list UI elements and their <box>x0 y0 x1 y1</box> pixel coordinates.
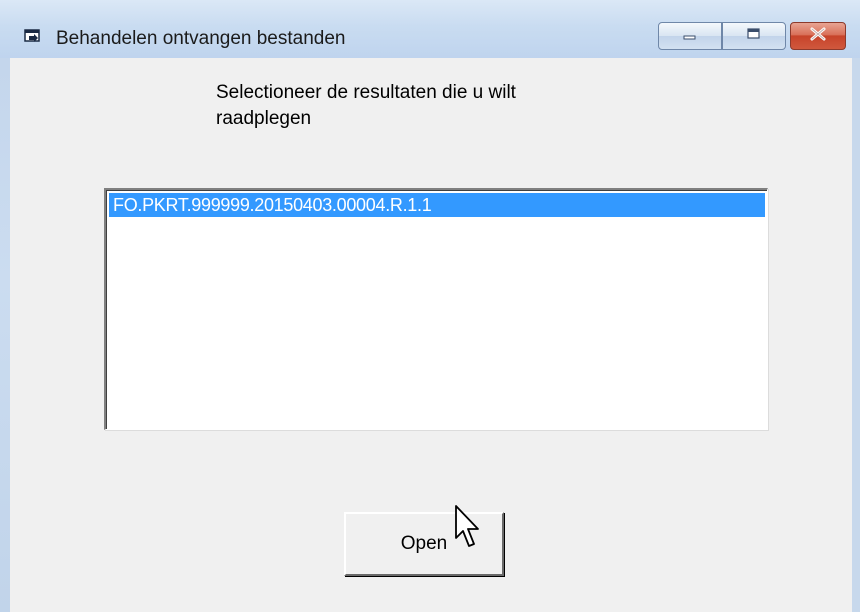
window-left-frame <box>0 58 10 612</box>
dialog-client-area: Selectioneer de resultaten die u wilt ra… <box>10 58 852 612</box>
title-bar[interactable]: Behandelen ontvangen bestanden <box>0 0 860 58</box>
maximize-button[interactable] <box>722 22 786 50</box>
close-button[interactable] <box>790 22 846 50</box>
window-title: Behandelen ontvangen bestanden <box>56 28 346 49</box>
window-right-frame <box>852 58 860 612</box>
minimize-button[interactable] <box>658 22 722 50</box>
list-item[interactable]: FO.PKRT.999999.20150403.00004.R.1.1 <box>109 193 765 217</box>
minimize-icon <box>682 27 698 45</box>
caption-buttons <box>658 22 850 52</box>
mouse-pointer-icon <box>454 504 484 550</box>
maximize-icon <box>746 27 762 46</box>
results-listbox[interactable]: FO.PKRT.999999.20150403.00004.R.1.1 <box>104 188 768 430</box>
close-icon <box>809 27 827 46</box>
open-button-label: Open <box>400 533 448 554</box>
instruction-text: Selectioneer de resultaten die u wilt ra… <box>216 82 516 129</box>
dialog-window: Behandelen ontvangen bestanden Selection… <box>0 0 860 612</box>
app-window-icon <box>24 28 42 46</box>
